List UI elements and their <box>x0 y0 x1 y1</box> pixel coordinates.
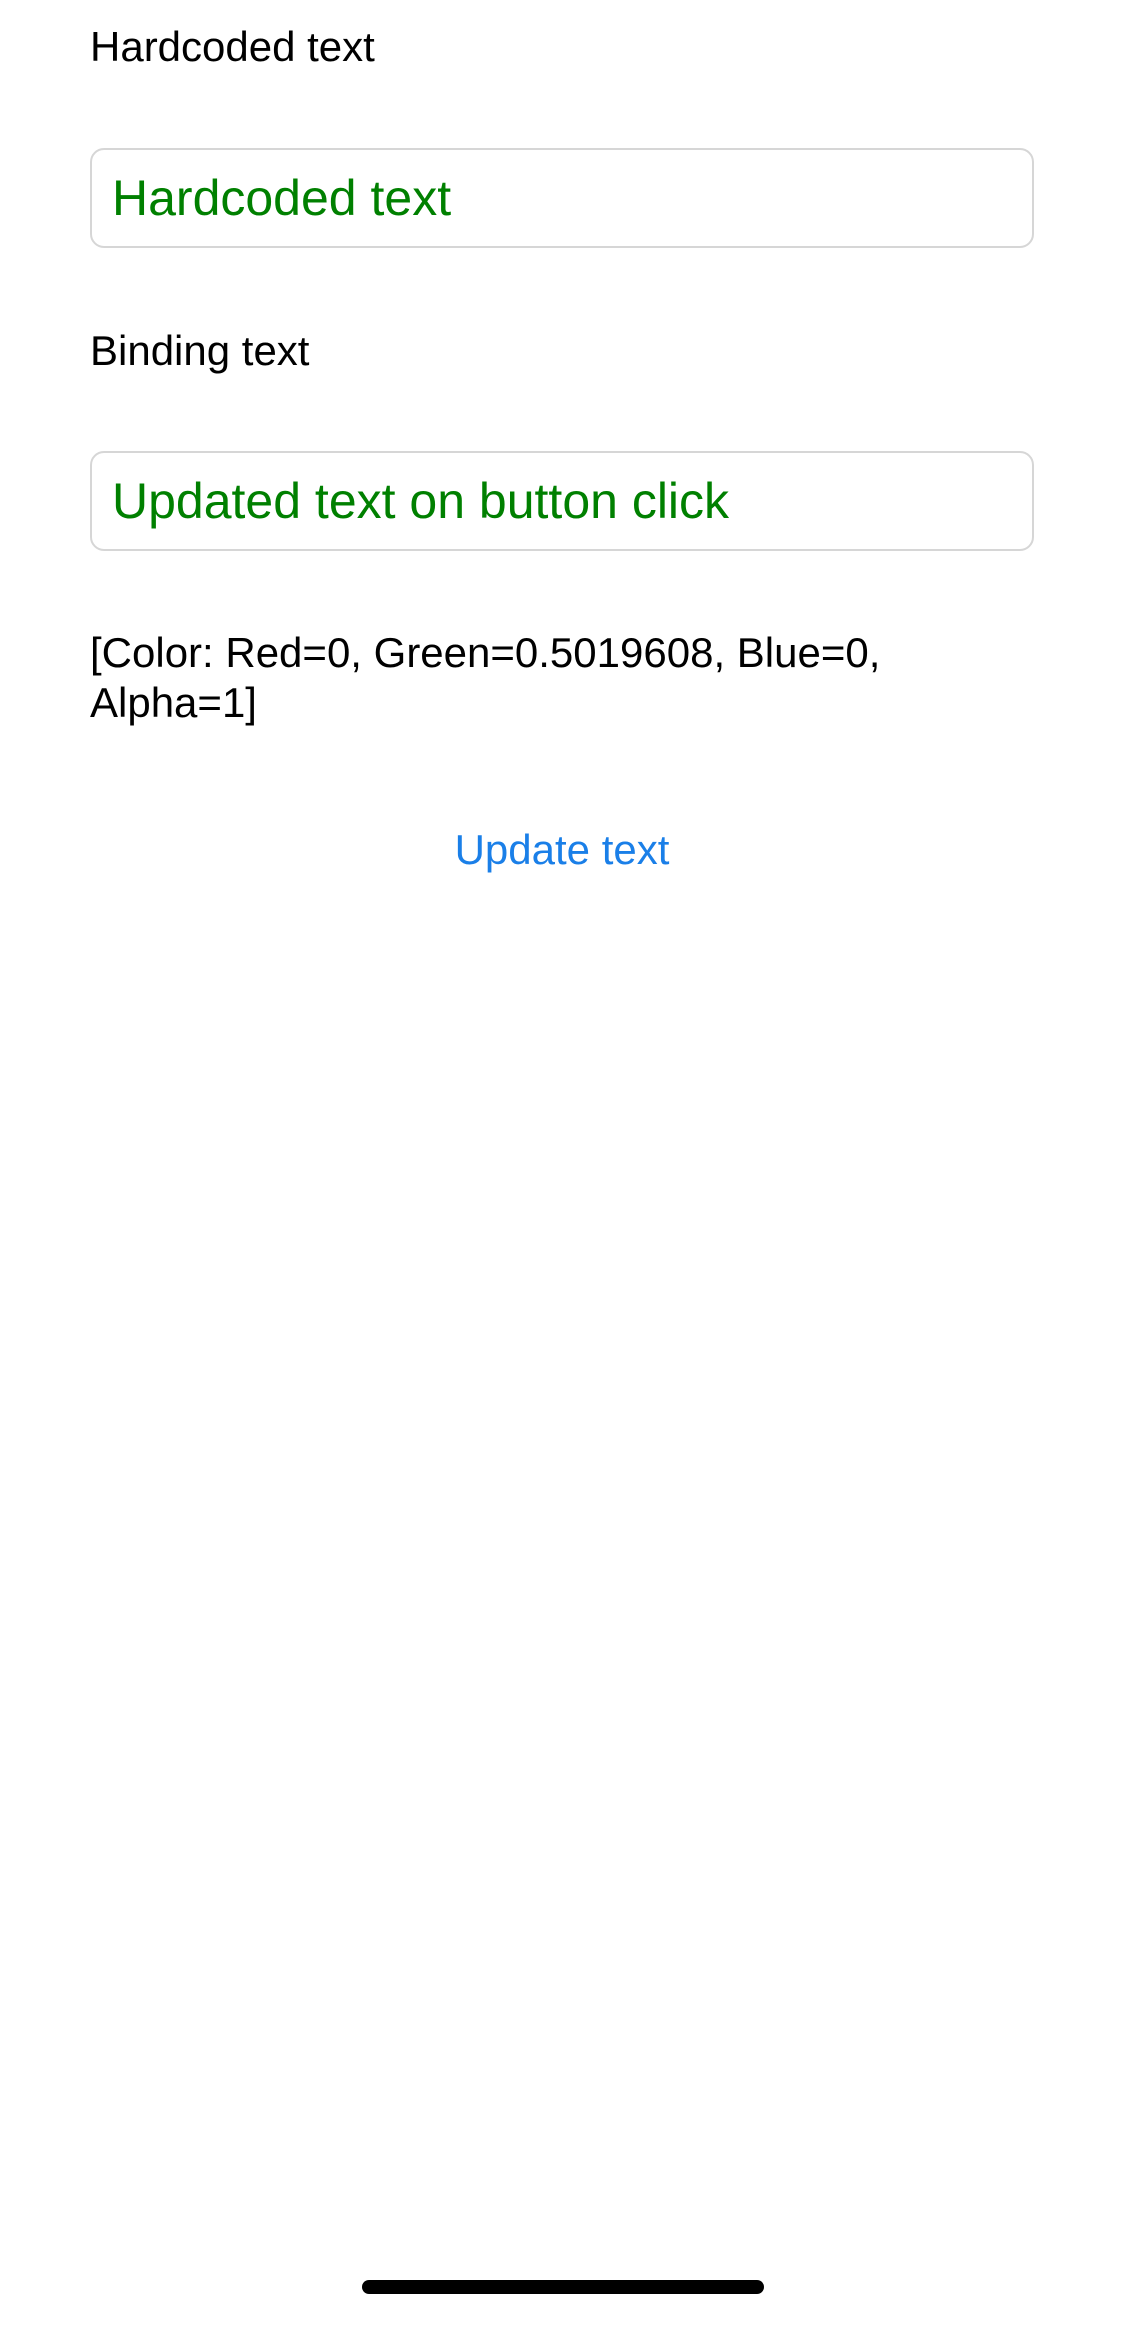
binding-text-label: Binding text <box>90 327 310 374</box>
binding-text-field-value: Updated text on button click <box>112 473 730 529</box>
update-text-button[interactable]: Update text <box>0 822 1124 878</box>
color-readout-text: [Color: Red=0, Green=0.5019608, Blue=0, … <box>90 629 881 726</box>
hardcoded-text-field[interactable]: Hardcoded text <box>90 148 1034 248</box>
home-indicator[interactable] <box>362 2280 764 2294</box>
hardcoded-text-field-value: Hardcoded text <box>112 170 452 226</box>
binding-text-field[interactable]: Updated text on button click <box>90 451 1034 551</box>
hardcoded-text-label: Hardcoded text <box>90 23 375 70</box>
